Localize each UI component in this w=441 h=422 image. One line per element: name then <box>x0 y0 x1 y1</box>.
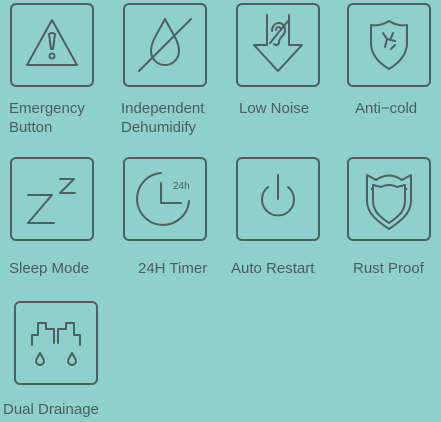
auto-restart-label: Auto Restart <box>231 260 315 277</box>
low-noise-label: Low Noise <box>239 100 310 117</box>
sleep-mode-icon-box <box>10 157 94 241</box>
warning-triangle-icon <box>26 19 78 66</box>
muted-ear-icon <box>253 14 303 72</box>
timer-icon-box: 24h <box>123 157 207 241</box>
dual-drainage-label: Dual Drainage <box>3 401 99 418</box>
power-icon <box>261 174 295 217</box>
low-noise-icon-box <box>236 3 320 87</box>
emergency-icon-box <box>10 3 94 87</box>
dual-drain-pipe-icon <box>31 322 81 366</box>
no-water-drop-icon <box>138 18 192 72</box>
shield-icon <box>366 174 412 230</box>
sleep-mode-label: Sleep Mode <box>9 260 90 277</box>
clock-timer-icon: 24h <box>136 172 190 226</box>
rust-proof-icon-box <box>347 157 431 241</box>
dehumidify-label: Independent Dehumidify <box>121 100 205 136</box>
anti-cold-label: Anti−cold <box>355 100 418 117</box>
dual-drainage-icon-box <box>14 301 98 385</box>
shield-snowflake-icon <box>370 20 408 70</box>
timer-icon-text: 24h <box>173 181 190 192</box>
timer-label: 24H Timer <box>138 260 208 277</box>
rust-proof-label: Rust Proof <box>353 260 424 277</box>
dehumidify-icon-box <box>123 3 207 87</box>
sleep-zz-icon <box>27 178 76 224</box>
emergency-label: Emergency Button <box>9 100 85 136</box>
auto-restart-icon-box <box>236 157 320 241</box>
anti-cold-icon-box <box>347 3 431 87</box>
